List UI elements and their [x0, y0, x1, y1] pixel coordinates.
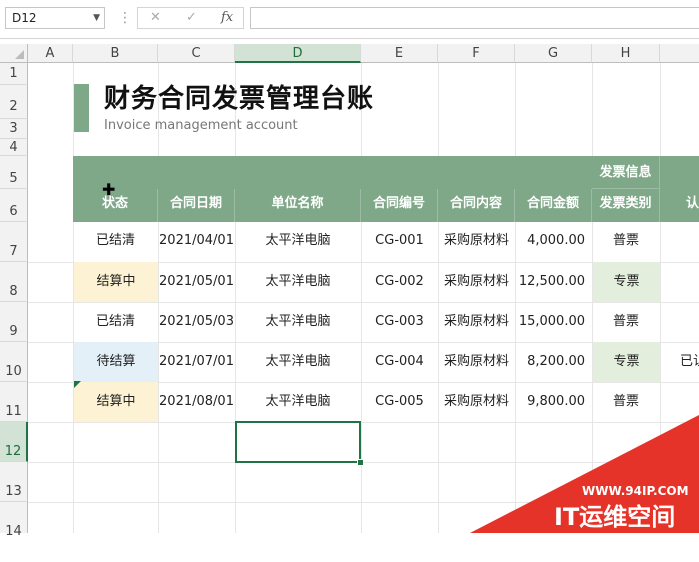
header-date: 合同日期	[158, 189, 235, 222]
row-header-2[interactable]: 2	[0, 85, 28, 119]
chevron-down-icon[interactable]: ▼	[93, 8, 100, 28]
fill-handle[interactable]	[357, 459, 364, 466]
cell-status[interactable]: 结算中	[74, 262, 158, 302]
cell-unit[interactable]: 太平洋电脑	[235, 262, 361, 302]
cell-date[interactable]: 2021/05/03	[158, 302, 235, 342]
cell-extra[interactable]	[660, 221, 699, 261]
col-header-h[interactable]: H	[592, 44, 660, 63]
cursor-crosshair-icon: ✚	[102, 180, 116, 199]
insert-function-icon[interactable]: fx	[221, 8, 233, 28]
header-invoice-type: 发票类别	[592, 189, 660, 222]
row-header-3[interactable]: 3	[0, 119, 28, 139]
col-header-i[interactable]	[660, 44, 699, 63]
cell-contract-no[interactable]: CG-001	[361, 221, 438, 261]
header-content: 合同内容	[438, 189, 515, 222]
sheet-title: 财务合同发票管理台账	[104, 84, 375, 114]
row-header-10[interactable]: 10	[0, 342, 28, 382]
col-header-a[interactable]: A	[28, 44, 73, 63]
col-header-b[interactable]: B	[73, 44, 158, 63]
watermark-logo: WWW.94IP.COM IT运维空间	[470, 415, 699, 533]
active-cell-d12[interactable]	[235, 421, 361, 463]
formula-buttons: ✕ ✓ fx	[137, 7, 244, 29]
row-header-13[interactable]: 13	[0, 462, 28, 502]
enter-icon[interactable]: ✓	[186, 8, 197, 28]
cancel-icon[interactable]: ✕	[150, 8, 161, 28]
cell-date[interactable]: 2021/05/01	[158, 262, 235, 302]
select-all-corner[interactable]	[0, 44, 28, 63]
cell-amount[interactable]: 8,200.00	[515, 342, 592, 382]
cell-content[interactable]: 采购原材料	[438, 342, 515, 382]
cell-amount[interactable]: 12,500.00	[515, 262, 592, 302]
row-header-12[interactable]: 12	[0, 422, 28, 462]
cell-contract-no[interactable]: CG-004	[361, 342, 438, 382]
row-header-14[interactable]: 14	[0, 502, 28, 539]
cell-invoice-type[interactable]: 普票	[592, 302, 660, 342]
sheet-subtitle: Invoice management account	[104, 118, 298, 133]
cell-content[interactable]: 采购原材料	[438, 262, 515, 302]
row-header-1[interactable]: 1	[0, 63, 28, 85]
cell-contract-no[interactable]: CG-005	[361, 382, 438, 422]
cell-content[interactable]: 采购原材料	[438, 302, 515, 342]
row-header-8[interactable]: 8	[0, 262, 28, 302]
cell-date[interactable]: 2021/08/01	[158, 382, 235, 422]
cell-extra[interactable]: 已认	[660, 342, 699, 382]
row-header-4[interactable]: 4	[0, 139, 28, 156]
watermark-url: WWW.94IP.COM	[582, 484, 689, 498]
cell-invoice-type[interactable]: 专票	[593, 262, 660, 302]
name-box-value: D12	[12, 11, 37, 25]
col-header-f[interactable]: F	[438, 44, 515, 63]
cell-content[interactable]: 采购原材料	[438, 221, 515, 261]
cell-extra[interactable]	[660, 302, 699, 342]
cell-invoice-type[interactable]: 专票	[593, 342, 660, 382]
group-header-invoice: 发票信息	[592, 156, 660, 189]
watermark-name: IT运维空间	[554, 503, 675, 531]
header-status: 状态	[73, 189, 158, 222]
row-header-5[interactable]: 5	[0, 156, 28, 189]
cell-status[interactable]: 待结算	[74, 342, 158, 382]
row-header-9[interactable]: 9	[0, 302, 28, 342]
cell-date[interactable]: 2021/04/01	[158, 221, 235, 261]
cell-status[interactable]: 已结清	[73, 221, 158, 261]
cell-amount[interactable]: 15,000.00	[515, 302, 592, 342]
header-unit: 单位名称	[235, 189, 361, 222]
col-header-c[interactable]: C	[158, 44, 235, 63]
cell-amount[interactable]: 4,000.00	[515, 221, 592, 261]
cell-unit[interactable]: 太平洋电脑	[235, 342, 361, 382]
col-header-d[interactable]: D	[235, 44, 361, 63]
cell-extra[interactable]	[660, 262, 699, 302]
header-amount: 合同金额	[515, 189, 592, 222]
row-header-11[interactable]: 11	[0, 382, 28, 422]
cell-contract-no[interactable]: CG-002	[361, 262, 438, 302]
row-header-7[interactable]: 7	[0, 222, 28, 262]
cell-status[interactable]: 结算中	[74, 382, 158, 422]
cell-unit[interactable]: 太平洋电脑	[235, 221, 361, 261]
formula-input[interactable]	[250, 7, 699, 29]
cell-unit[interactable]: 太平洋电脑	[235, 382, 361, 422]
cell-invoice-type[interactable]: 普票	[592, 221, 660, 261]
name-box[interactable]: D12 ▼	[5, 7, 105, 29]
title-accent-bar	[74, 84, 89, 132]
cell-unit[interactable]: 太平洋电脑	[235, 302, 361, 342]
comment-indicator	[74, 381, 81, 388]
cell-date[interactable]: 2021/07/01	[158, 342, 235, 382]
more-options-icon[interactable]: ⋮	[118, 9, 132, 27]
formula-bar: D12 ▼ ⋮ ✕ ✓ fx	[0, 0, 699, 39]
cell-status[interactable]: 已结清	[73, 302, 158, 342]
row-header-6[interactable]: 6	[0, 189, 28, 222]
cell-contract-no[interactable]: CG-003	[361, 302, 438, 342]
col-header-e[interactable]: E	[361, 44, 438, 63]
header-extra: 认	[660, 189, 699, 222]
col-header-g[interactable]: G	[515, 44, 592, 63]
header-contract-no: 合同编号	[361, 189, 438, 222]
